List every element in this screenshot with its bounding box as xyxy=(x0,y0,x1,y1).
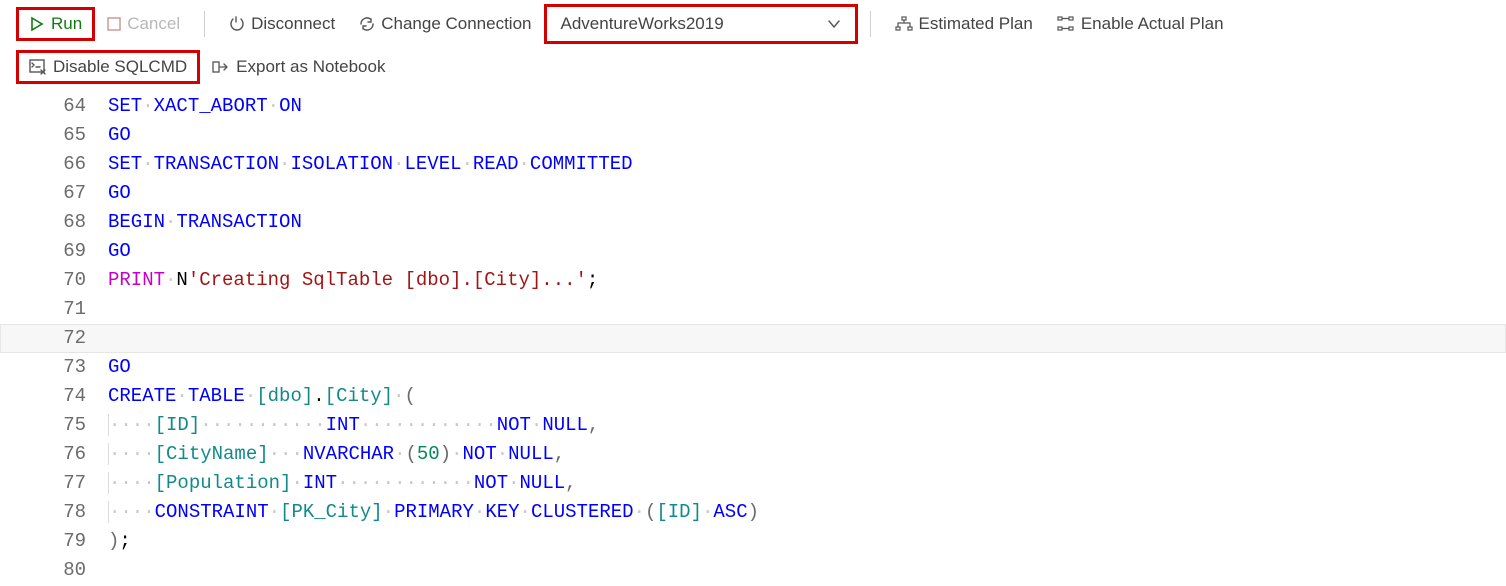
line-number: 80 xyxy=(0,556,108,585)
estimated-plan-label: Estimated Plan xyxy=(919,14,1033,34)
run-button[interactable]: Run xyxy=(16,7,95,41)
database-selector[interactable]: AdventureWorks2019 xyxy=(544,4,858,44)
code-content[interactable]: GO xyxy=(108,179,1506,208)
code-content[interactable]: ····[ID]···········INT············NOT·NU… xyxy=(108,411,1506,440)
code-content[interactable]: SET·TRANSACTION·ISOLATION·LEVEL·READ·COM… xyxy=(108,150,1506,179)
line-number: 67 xyxy=(0,179,108,208)
code-content[interactable]: CREATE·TABLE·[dbo].[City]·( xyxy=(108,382,1506,411)
line-number: 78 xyxy=(0,498,108,527)
change-connection-button[interactable]: Change Connection xyxy=(347,7,543,41)
code-content[interactable]: PRINT·N'Creating SqlTable [dbo].[City]..… xyxy=(108,266,1506,295)
run-label: Run xyxy=(51,14,82,34)
code-line[interactable]: 79); xyxy=(0,527,1506,556)
code-line[interactable]: 77····[Population]·INT············NOT·NU… xyxy=(0,469,1506,498)
code-line[interactable]: 66SET·TRANSACTION·ISOLATION·LEVEL·READ·C… xyxy=(0,150,1506,179)
sql-editor[interactable]: 64SET·XACT_ABORT·ON65GO66SET·TRANSACTION… xyxy=(0,90,1506,585)
code-content[interactable]: ····CONSTRAINT·[PK_City]·PRIMARY·KEY·CLU… xyxy=(108,498,1506,527)
code-line[interactable]: 64SET·XACT_ABORT·ON xyxy=(0,92,1506,121)
code-line[interactable]: 73GO xyxy=(0,353,1506,382)
line-number: 75 xyxy=(0,411,108,440)
disconnect-button[interactable]: Disconnect xyxy=(217,7,347,41)
export-notebook-button[interactable]: Export as Notebook xyxy=(200,50,397,84)
code-content[interactable]: GO xyxy=(108,237,1506,266)
refresh-icon xyxy=(359,16,375,32)
code-content[interactable]: ····[CityName]···NVARCHAR·(50)·NOT·NULL, xyxy=(108,440,1506,469)
line-number: 73 xyxy=(0,353,108,382)
code-line[interactable]: 76····[CityName]···NVARCHAR·(50)·NOT·NUL… xyxy=(0,440,1506,469)
line-number: 72 xyxy=(0,324,108,353)
play-icon xyxy=(29,16,45,32)
line-number: 66 xyxy=(0,150,108,179)
line-number: 68 xyxy=(0,208,108,237)
line-number: 76 xyxy=(0,440,108,469)
code-line[interactable]: 70PRINT·N'Creating SqlTable [dbo].[City]… xyxy=(0,266,1506,295)
line-number: 64 xyxy=(0,92,108,121)
export-icon xyxy=(212,60,230,74)
code-content[interactable]: ····[Population]·INT············NOT·NULL… xyxy=(108,469,1506,498)
code-line[interactable]: 75····[ID]···········INT············NOT·… xyxy=(0,411,1506,440)
code-content[interactable]: GO xyxy=(108,353,1506,382)
toolbar: Run Cancel Disconnect Change Connection … xyxy=(0,0,1506,48)
disable-sqlcmd-button[interactable]: Disable SQLCMD xyxy=(16,50,200,84)
sqlcmd-icon xyxy=(29,59,47,75)
code-line[interactable]: 78····CONSTRAINT·[PK_City]·PRIMARY·KEY·C… xyxy=(0,498,1506,527)
change-connection-label: Change Connection xyxy=(381,14,531,34)
line-number: 70 xyxy=(0,266,108,295)
code-content[interactable]: GO xyxy=(108,121,1506,150)
code-line[interactable]: 69GO xyxy=(0,237,1506,266)
disconnect-label: Disconnect xyxy=(251,14,335,34)
toolbar-separator xyxy=(204,11,205,37)
database-name: AdventureWorks2019 xyxy=(561,14,724,34)
line-number: 77 xyxy=(0,469,108,498)
plan-icon xyxy=(895,16,913,32)
plan-toggle-icon xyxy=(1057,16,1075,32)
toolbar-row-2: Disable SQLCMD Export as Notebook xyxy=(0,48,1506,90)
code-line[interactable]: 65GO xyxy=(0,121,1506,150)
code-line[interactable]: 74CREATE·TABLE·[dbo].[City]·( xyxy=(0,382,1506,411)
toolbar-separator xyxy=(870,11,871,37)
code-line[interactable]: 80 xyxy=(0,556,1506,585)
code-line[interactable]: 71 xyxy=(0,295,1506,324)
actual-plan-button[interactable]: Enable Actual Plan xyxy=(1045,7,1236,41)
stop-icon xyxy=(107,17,121,31)
code-line[interactable]: 68BEGIN·TRANSACTION xyxy=(0,208,1506,237)
code-line[interactable]: 67GO xyxy=(0,179,1506,208)
estimated-plan-button[interactable]: Estimated Plan xyxy=(883,7,1045,41)
cancel-label: Cancel xyxy=(127,14,180,34)
cancel-button: Cancel xyxy=(95,7,192,41)
disable-sqlcmd-label: Disable SQLCMD xyxy=(53,57,187,77)
line-number: 71 xyxy=(0,295,108,324)
line-number: 65 xyxy=(0,121,108,150)
line-number: 79 xyxy=(0,527,108,556)
chevron-down-icon xyxy=(827,17,841,31)
export-notebook-label: Export as Notebook xyxy=(236,57,385,77)
line-number: 74 xyxy=(0,382,108,411)
disconnect-icon xyxy=(229,15,245,33)
code-content[interactable]: BEGIN·TRANSACTION xyxy=(108,208,1506,237)
actual-plan-label: Enable Actual Plan xyxy=(1081,14,1224,34)
code-line[interactable]: 72 xyxy=(0,324,1506,353)
code-content[interactable]: ); xyxy=(108,527,1506,556)
code-content[interactable]: SET·XACT_ABORT·ON xyxy=(108,92,1506,121)
line-number: 69 xyxy=(0,237,108,266)
